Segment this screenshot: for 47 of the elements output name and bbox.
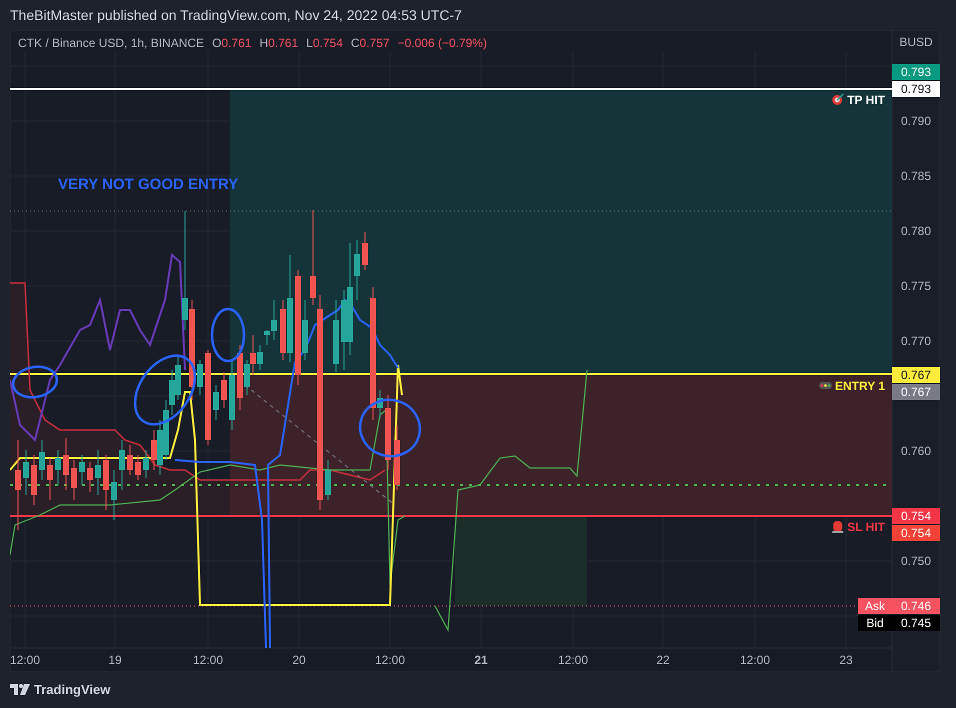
position-label: TP HIT bbox=[847, 93, 885, 107]
price-tag: 0.754 bbox=[892, 525, 940, 541]
price-tag: 0.793 bbox=[892, 64, 940, 80]
circle-markup bbox=[134, 354, 196, 426]
time-tick: 12:00 bbox=[740, 653, 770, 667]
attribution-text: TheBitMaster published on TradingView.com, Nov 24, 2022 04:53 UTC-7 bbox=[10, 7, 462, 23]
price-tick: 0.770 bbox=[900, 334, 932, 348]
time-tick: 20 bbox=[292, 653, 306, 667]
symbol-text: CTK / Binance USD, 1h, BINANCE bbox=[18, 36, 204, 50]
ohlc-value: O0.761 bbox=[212, 36, 252, 50]
price-tick: 0.790 bbox=[900, 114, 932, 128]
time-tick: 12:00 bbox=[10, 653, 40, 667]
time-tick: 22 bbox=[656, 653, 670, 667]
position-label: SL HIT bbox=[847, 520, 885, 534]
ohlc-value: L0.754 bbox=[306, 36, 343, 50]
price-tag: 0.746 bbox=[892, 598, 940, 614]
price-tick: 0.785 bbox=[900, 169, 932, 183]
circle-markup bbox=[210, 308, 246, 362]
price-tick: 0.750 bbox=[900, 554, 932, 568]
siren-icon bbox=[832, 521, 844, 533]
time-tick: 12:00 bbox=[558, 653, 588, 667]
price-tick: 0.780 bbox=[900, 224, 932, 238]
time-tick: 12:00 bbox=[374, 653, 406, 667]
price-tick: 0.775 bbox=[900, 279, 932, 293]
time-tick: 21 bbox=[474, 653, 488, 667]
position-label: ENTRY 1 bbox=[834, 379, 885, 393]
price-tag: 0.754 bbox=[892, 508, 940, 524]
change-text: −0.006 (−0.79%) bbox=[398, 36, 487, 50]
ohlc-value: C0.757 bbox=[350, 36, 390, 50]
price-tag-label: Bid bbox=[858, 615, 892, 631]
currency-label: BUSD bbox=[899, 35, 933, 49]
price-tag-label: Ask bbox=[858, 598, 892, 614]
logo-icon bbox=[10, 684, 30, 696]
price-tick: 0.760 bbox=[900, 444, 932, 458]
circle-markup bbox=[358, 398, 422, 458]
price-tag: 0.793 bbox=[892, 81, 940, 97]
price-tag: 0.767 bbox=[892, 384, 940, 400]
annotation-text: VERY NOT GOOD ENTRY bbox=[58, 176, 238, 193]
time-tick: 12:00 bbox=[192, 653, 224, 667]
brand-name: TradingView bbox=[34, 681, 110, 700]
price-tag: 0.767 bbox=[892, 367, 940, 383]
target-icon bbox=[832, 93, 844, 105]
time-tick: 19 bbox=[108, 653, 122, 667]
circle-markup bbox=[12, 366, 58, 398]
ohlc-value: H0.761 bbox=[259, 36, 298, 50]
price-tag: 0.745 bbox=[892, 615, 940, 631]
time-tick: 23 bbox=[839, 653, 853, 667]
